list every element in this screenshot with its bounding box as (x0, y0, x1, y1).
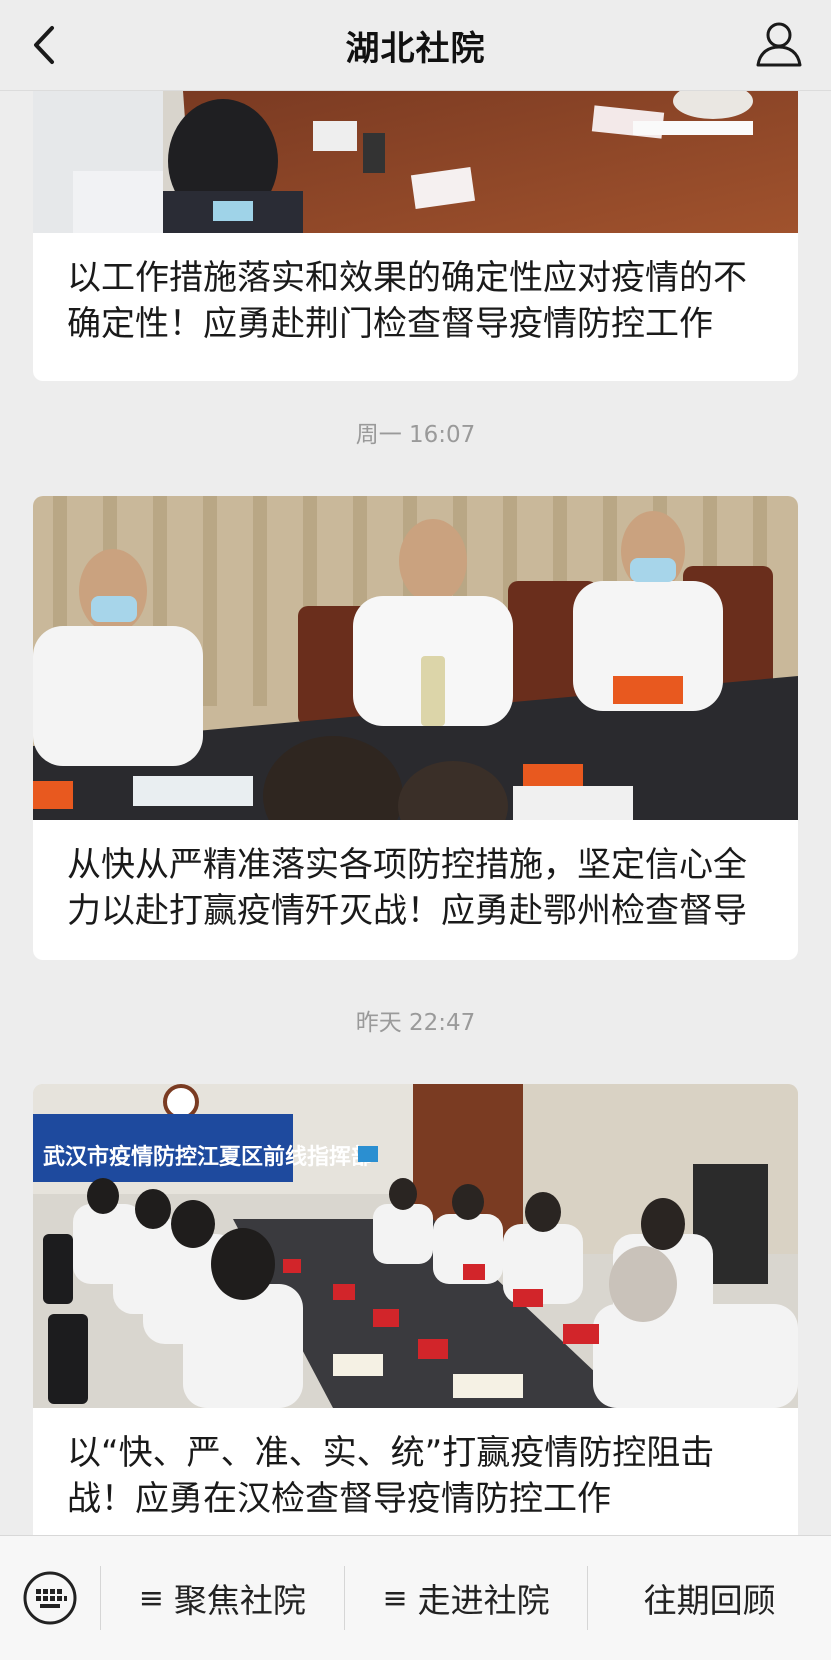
keyboard-icon (23, 1571, 77, 1625)
article-title: 从快从严精准落实各项防控措施，坚定信心全力以赴打赢疫情歼灭战！应勇赴鄂州检查督导 (67, 845, 747, 931)
article-image (33, 496, 798, 820)
article-image (33, 91, 798, 233)
article-card[interactable]: 武汉市疫情防控江夏区前线指挥部 以“快、严、准、实、统”打赢疫情防控阻击战！应勇… (33, 1084, 798, 1535)
article-title: 以工作措施落实和效果的确定性应对疫情的不确定性！应勇赴荆门检查督导疫情防控工作 (67, 258, 747, 344)
submenu-icon: ≡ (382, 1580, 408, 1616)
timestamp: 周一 16:07 (355, 422, 476, 448)
submenu-icon: ≡ (138, 1580, 164, 1616)
menu-item-about[interactable]: ≡ 走进社院 (345, 1536, 588, 1660)
banner-text: 武汉市疫情防控江夏区前线指挥部 (43, 1144, 373, 1170)
article-feed[interactable]: 以工作措施落实和效果的确定性应对疫情的不确定性！应勇赴荆门检查督导疫情防控工作 … (0, 91, 831, 1535)
article-image: 武汉市疫情防控江夏区前线指挥部 (33, 1084, 798, 1408)
menu-item-archive[interactable]: 往期回顾 (588, 1536, 831, 1660)
page-title: 湖北社院 (345, 28, 486, 69)
user-icon[interactable] (753, 18, 805, 70)
top-bar: 湖北社院 (0, 0, 831, 91)
menu-item-label: 走进社院 (417, 1581, 550, 1620)
article-title: 以“快、严、准、实、统”打赢疫情防控阻击战！应勇在汉检查督导疫情防控工作 (67, 1433, 715, 1519)
menu-item-label: 往期回顾 (643, 1581, 776, 1620)
article-card[interactable]: 以工作措施落实和效果的确定性应对疫情的不确定性！应勇赴荆门检查督导疫情防控工作 (33, 91, 798, 381)
bottom-menu: ≡ 聚焦社院 ≡ 走进社院 往期回顾 (0, 1535, 831, 1660)
keyboard-toggle[interactable] (0, 1536, 100, 1660)
article-card[interactable]: 从快从严精准落实各项防控措施，坚定信心全力以赴打赢疫情歼灭战！应勇赴鄂州检查督导 (33, 496, 798, 960)
timestamp: 昨天 22:47 (355, 1010, 476, 1036)
menu-item-label: 聚焦社院 (173, 1581, 306, 1620)
menu-item-focus[interactable]: ≡ 聚焦社院 (101, 1536, 344, 1660)
chevron-left-icon[interactable] (22, 20, 72, 70)
